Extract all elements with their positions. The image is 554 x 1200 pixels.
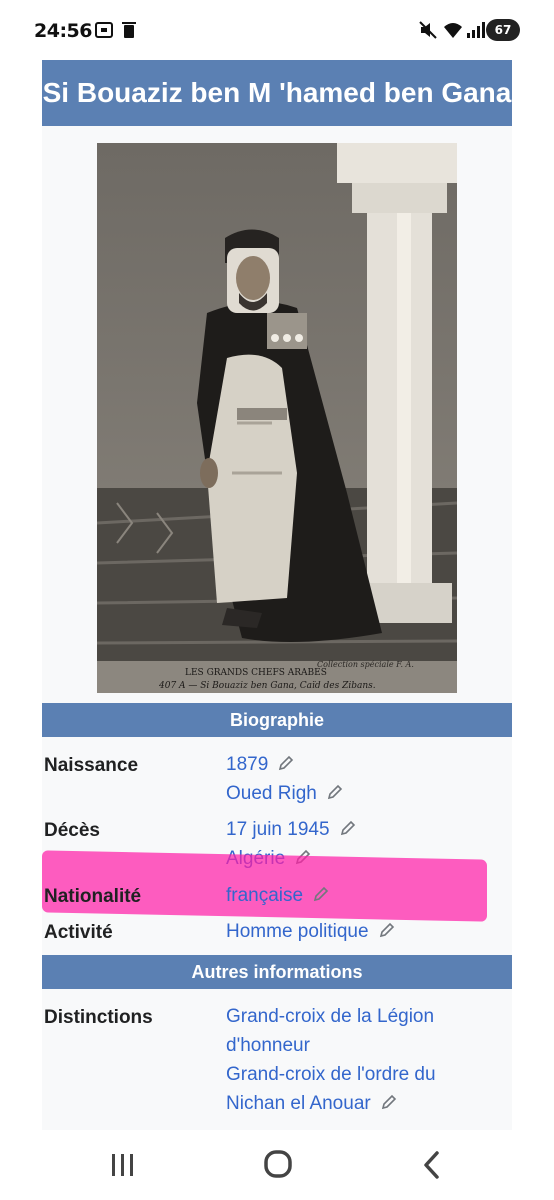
link-naissance-date[interactable]: 1879 [226,754,268,775]
home-icon[interactable] [258,1148,298,1182]
photo-caption-subtitle: 407 A — Si Bouaziz ben Gana, Caïd des Zi… [158,681,376,691]
edit-pencil-icon[interactable] [379,922,395,938]
infobox: Si Bouaziz ben M 'hamed ben Gana LES GRA… [42,60,512,1130]
value-nationalite: française [226,881,329,910]
edit-pencil-icon[interactable] [340,820,356,836]
photo-collection-note: Collection spéciale F. A. [317,660,414,669]
recent-apps-icon[interactable] [103,1148,143,1182]
navigation-bar [0,1130,554,1200]
label-naissance: Naissance [44,755,139,776]
link-activite[interactable]: Homme politique [226,921,369,942]
edit-pencil-icon[interactable] [327,784,343,800]
infobox-title: Si Bouaziz ben M 'hamed ben Gana [42,60,512,126]
link-deces-date[interactable]: 17 juin 1945 [226,819,330,840]
link-distinction-1b[interactable]: d'honneur [226,1031,436,1060]
portrait-photo[interactable]: LES GRANDS CHEFS ARABES 407 A — Si Bouaz… [97,143,457,693]
edit-pencil-icon[interactable] [313,886,329,902]
photo-caption-title: LES GRANDS CHEFS ARABES [185,668,327,678]
signal-icon [466,20,486,45]
link-naissance-lieu[interactable]: Oued Righ [226,783,317,804]
link-distinction-1a[interactable]: Grand-croix de la Légion [226,1002,436,1031]
value-naissance: 1879 Oued Righ [226,750,343,808]
label-distinctions: Distinctions [44,1007,153,1028]
back-icon[interactable] [413,1148,453,1182]
status-bar: 24:56 67 [0,0,554,60]
section-autres-informations: Autres informations [42,955,512,989]
label-deces: Décès [44,820,100,841]
value-distinctions: Grand-croix de la Légion d'honneur Grand… [226,1002,436,1118]
trash-icon [121,20,137,45]
link-distinction-2b[interactable]: Nichan el Anouar [226,1093,371,1114]
clock: 24:56 [34,20,92,42]
battery-indicator: 67 [486,19,520,41]
edit-pencil-icon[interactable] [381,1094,397,1110]
mute-icon [418,20,438,45]
section-biographie: Biographie [42,703,512,737]
edit-pencil-icon[interactable] [278,755,294,771]
wifi-icon [442,20,464,45]
label-activite: Activité [44,922,113,943]
label-nationalite: Nationalité [44,886,142,907]
screenshot-icon [93,20,115,45]
link-distinction-2a[interactable]: Grand-croix de l'ordre du [226,1060,436,1089]
link-nationalite[interactable]: française [226,885,303,906]
value-activite: Homme politique [226,917,395,946]
